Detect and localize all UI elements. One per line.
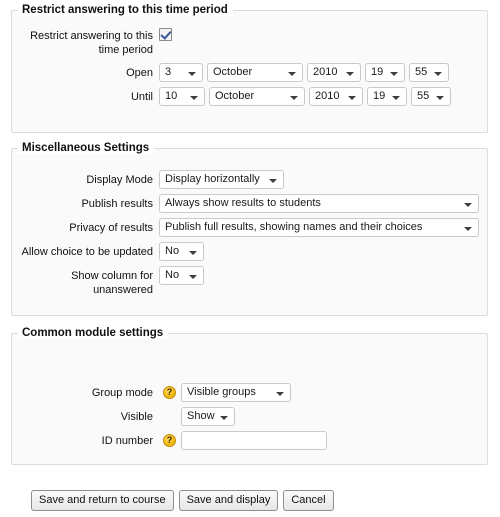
display-mode-select[interactable]: Display horizontally (159, 170, 284, 189)
until-year-select[interactable]: 2010 (309, 87, 363, 106)
label-display-mode: Display Mode (86, 174, 153, 186)
row-group-mode: Group mode ? Visible groups (12, 383, 487, 402)
open-year-select[interactable]: 2010 (307, 63, 361, 82)
id-number-help-icon[interactable]: ? (163, 434, 176, 447)
row-id-number: ID number ? (12, 431, 487, 450)
open-minute-select[interactable]: 55 (409, 63, 449, 82)
save-and-return-to-course-button[interactable]: Save and return to course (31, 490, 174, 511)
row-publish-results: Publish results Always show results to s… (12, 194, 487, 213)
allow-choice-updated-select[interactable]: No (159, 242, 204, 261)
label-show-column-unanswered: Show column for unanswered (71, 270, 153, 296)
row-display-mode: Display Mode Display horizontally (12, 170, 487, 189)
show-column-unanswered-select[interactable]: No (159, 266, 204, 285)
label-restrict-answering: Restrict answering to this time period (30, 30, 153, 56)
row-visible: Visible Show (12, 407, 487, 426)
save-and-display-button[interactable]: Save and display (178, 490, 279, 511)
row-privacy-of-results: Privacy of results Publish full results,… (12, 218, 487, 237)
choice-settings-form: Restrict answering to this time period R… (0, 0, 500, 517)
row-open-date: Open 3 October 2010 19 55 (12, 63, 487, 82)
open-day-select[interactable]: 3 (159, 63, 203, 82)
label-visible: Visible (120, 411, 153, 423)
row-show-column-unanswered: Show column for unanswered No (12, 266, 487, 297)
until-month-select[interactable]: October (209, 87, 305, 106)
row-allow-choice-updated: Allow choice to be updated No (12, 242, 487, 261)
label-open: Open (126, 67, 153, 79)
open-month-select[interactable]: October (207, 63, 303, 82)
fieldset-miscellaneous-settings: Miscellaneous Settings Display Mode Disp… (11, 142, 488, 316)
label-privacy-of-results: Privacy of results (69, 222, 153, 234)
legend-restrict-time-period: Restrict answering to this time period (18, 4, 233, 16)
row-until-date: Until 10 October 2010 19 55 (12, 87, 487, 106)
row-restrict-checkbox: Restrict answering to this time period (12, 26, 487, 57)
group-mode-help-icon[interactable]: ? (163, 386, 176, 399)
legend-common-module-settings: Common module settings (18, 327, 169, 339)
until-minute-select[interactable]: 55 (411, 87, 451, 106)
open-hour-select[interactable]: 19 (365, 63, 405, 82)
id-number-input[interactable] (181, 431, 327, 450)
label-until: Until (130, 91, 153, 103)
label-group-mode: Group mode (91, 387, 153, 399)
cancel-button[interactable]: Cancel (283, 490, 334, 511)
fieldset-common-module-settings: Common module settings Group mode ? Visi… (11, 327, 488, 465)
restrict-answering-checkbox[interactable] (159, 28, 172, 41)
until-day-select[interactable]: 10 (159, 87, 205, 106)
publish-results-select[interactable]: Always show results to students (159, 194, 479, 213)
form-action-buttons: Save and return to course Save and displ… (31, 490, 339, 511)
until-hour-select[interactable]: 19 (367, 87, 407, 106)
fieldset-restrict-time-period: Restrict answering to this time period R… (11, 4, 488, 133)
label-allow-choice-updated: Allow choice to be updated (21, 246, 153, 258)
group-mode-select[interactable]: Visible groups (181, 383, 291, 402)
privacy-of-results-select[interactable]: Publish full results, showing names and … (159, 218, 479, 237)
legend-miscellaneous-settings: Miscellaneous Settings (18, 142, 155, 154)
label-publish-results: Publish results (81, 198, 153, 210)
visible-select[interactable]: Show (181, 407, 235, 426)
label-id-number: ID number (101, 435, 153, 447)
